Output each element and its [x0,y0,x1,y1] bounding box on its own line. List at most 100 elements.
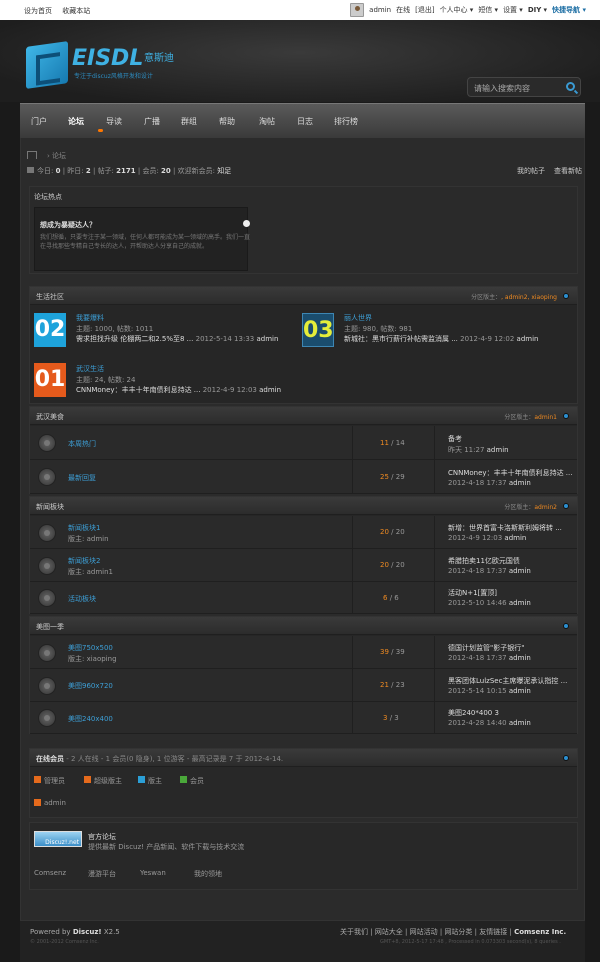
search-input[interactable]: 请输入搜索内容 [474,84,530,93]
forum-name[interactable]: 美图750x500 [68,643,113,653]
set-home-link[interactable]: 设为首页 [24,7,52,15]
forum-row[interactable]: 美图750x500 版主: xiaoping 39 / 39 德国计划监管"影子… [30,636,577,669]
messages-menu[interactable]: 短信 ▾ [478,5,498,15]
logout-link[interactable]: [退出] [415,5,434,15]
forum-stats: 主题: 1000, 帖数: 1011 [76,325,154,333]
forum-icon-01[interactable]: 01 [34,363,66,397]
forum-name[interactable]: 丽人世界 [344,313,372,323]
footer-link[interactable]: 友情链接 [479,928,507,936]
category-title[interactable]: 美图一季 [36,622,64,632]
forum-row[interactable]: 新闻板块2 版主: admin1 20 / 20 希腊拍卖11亿欧元国债 201… [30,549,577,582]
forum-counts: 39 / 39 [380,648,405,656]
last-post-title[interactable]: 新增：世界首富卡洛斯斯利姆将转 ... [448,523,562,533]
nav-guide[interactable]: 导读 [106,116,122,127]
last-post-title[interactable]: 活动N+1[置顶] [448,588,497,598]
legend-member: 会员 [190,777,204,785]
breadcrumb-forum[interactable]: 论坛 [52,152,66,160]
forum-row[interactable]: 活动板块 6 / 6 活动N+1[置顶] 2012-5-10 14:46 adm… [30,582,577,614]
forum-name[interactable]: 美图240x400 [68,714,113,724]
new-member-link[interactable]: 知足 [217,167,231,175]
footer-link[interactable]: 网站活动 [410,928,438,936]
personal-center-menu[interactable]: 个人中心 ▾ [440,5,474,15]
link-item[interactable]: Yeswan [140,869,166,877]
forum-name[interactable]: 活动板块 [68,594,96,604]
member-icon [180,776,187,783]
quick-nav-menu[interactable]: 快捷导航 ▾ [552,5,586,15]
forum-counts: 6 / 6 [383,594,399,602]
forum-row[interactable]: 美图240x400 3 / 3 美图240*400 3 2012-4-28 14… [30,702,577,734]
legend-super-mod: 超级版主 [94,777,122,785]
comsenz-link[interactable]: Comsenz Inc. [514,928,566,936]
forum-name[interactable]: 武汉生活 [76,364,104,374]
category-title[interactable]: 生活社区 [36,292,64,302]
forum-name[interactable]: 我要爆料 [76,313,104,323]
forum-name[interactable]: 最新回复 [68,473,96,483]
online-status[interactable]: 在线 [396,5,410,15]
favorite-link[interactable]: 收藏本站 [62,7,90,15]
nav-groups[interactable]: 群组 [181,116,197,127]
forum-row[interactable]: 本周热门 11 / 14 备考 昨天 11:27 admin [30,426,577,460]
category-title[interactable]: 武汉美食 [36,412,64,422]
links-title[interactable]: 官方论坛 [88,832,116,842]
avatar[interactable] [350,3,365,17]
online-user[interactable]: admin [44,799,66,807]
link-item[interactable]: 我的领地 [194,869,222,879]
forum-moderator: 版主: admin [68,535,109,543]
forum-row[interactable]: 新闻板块1 版主: admin 20 / 20 新增：世界首富卡洛斯斯利姆将转 … [30,516,577,549]
home-icon[interactable] [27,151,37,159]
my-posts-link[interactable]: 我的帖子 [517,166,545,176]
collapse-icon[interactable] [563,503,569,509]
username-link[interactable]: admin [369,6,391,14]
footer-link[interactable]: 网站大全 [375,928,403,936]
footer-link[interactable]: 关于我们 [340,928,368,936]
collapse-icon[interactable] [563,293,569,299]
super-mod-icon [84,776,91,783]
search-box[interactable]: 请输入搜索内容 [467,77,581,97]
settings-menu[interactable]: 设置 ▾ [503,5,523,15]
collapse-icon[interactable] [563,755,569,761]
forum-row[interactable]: 美图960x720 21 / 23 黑客团体LulzSec主席曝泥承认指控 ..… [30,669,577,702]
nav-ranking[interactable]: 排行榜 [334,116,358,127]
forum-name[interactable]: 本周热门 [68,439,96,449]
link-item[interactable]: 漫游平台 [88,869,116,879]
last-post-title[interactable]: 希腊拍卖11亿欧元国债 [448,556,520,566]
last-post-title[interactable]: 美图240*400 3 [448,708,499,718]
logo-text[interactable]: EISDL [72,46,143,71]
category-moderators: 分区版主：, admin2, xiaoping [471,294,557,301]
nav-blog[interactable]: 日志 [297,116,313,127]
forum-icon-03[interactable]: 03 [302,313,334,347]
hot-question[interactable]: 想成为暴疑达人？ [40,220,96,230]
top-bar: 设为首页 收藏本站 admin 在线 [退出] 个人中心 ▾ 短信 ▾ 设置 ▾… [0,0,600,20]
logo-slogan: 专注于discuz风格开发和设计 [74,73,153,80]
forum-name[interactable]: 新闻板块2 [68,556,100,566]
collapse-icon[interactable] [563,413,569,419]
link-item[interactable]: Comsenz [34,869,66,877]
forum-moderator: 版主: admin1 [68,568,113,576]
search-icon[interactable] [566,82,575,91]
nav-help[interactable]: 帮助 [219,116,235,127]
discuz-logo[interactable]: Discuz!.net [34,831,82,847]
last-post-title[interactable]: 黑客团体LulzSec主席曝泥承认指控 ... [448,676,567,686]
forum-row[interactable]: 最新回复 25 / 29 CNNMoney：丰丰十年南债利息持达 ... 201… [30,460,577,494]
nav-broadcast[interactable]: 广播 [144,116,160,127]
logo-icon[interactable] [26,41,68,89]
nav-forum[interactable]: 论坛 [68,116,84,127]
admin-icon [34,799,41,806]
category-title[interactable]: 新闻板块 [36,502,64,512]
main-content: › 论坛 今日: 0 | 昨日: 2 | 帖子: 2171 | 会员: 20 |… [20,138,585,935]
nav-collections[interactable]: 淘帖 [259,116,275,127]
nav-portal[interactable]: 门户 [31,116,47,127]
last-post-title[interactable]: 备考 [448,434,462,444]
forum-icon-02[interactable]: 02 [34,313,66,347]
forum-name[interactable]: 新闻板块1 [68,523,100,533]
collapse-icon[interactable] [563,623,569,629]
category-food: 武汉美食 分区版主：admin1 本周热门 11 / 14 备考 昨天 11:2… [29,406,578,494]
forum-last-post: CNNMoney：丰丰十年南债利息持达 ... 2012-4-9 12:03 a… [76,386,282,394]
footer-link[interactable]: 网站分类 [444,928,472,936]
diy-button[interactable]: DIY ▾ [528,6,547,14]
view-new-posts-link[interactable]: 查看新帖 [554,166,582,176]
last-post-title[interactable]: 德国计划监管"影子银行" [448,643,524,653]
hot-card[interactable]: 想成为暴疑达人？ 我们想循，只要专注于某一领域，任何人都可能成为某一领域的高手。… [34,207,250,271]
forum-name[interactable]: 美图960x720 [68,681,113,691]
last-post-title[interactable]: CNNMoney：丰丰十年南债利息持达 ... [448,468,572,478]
